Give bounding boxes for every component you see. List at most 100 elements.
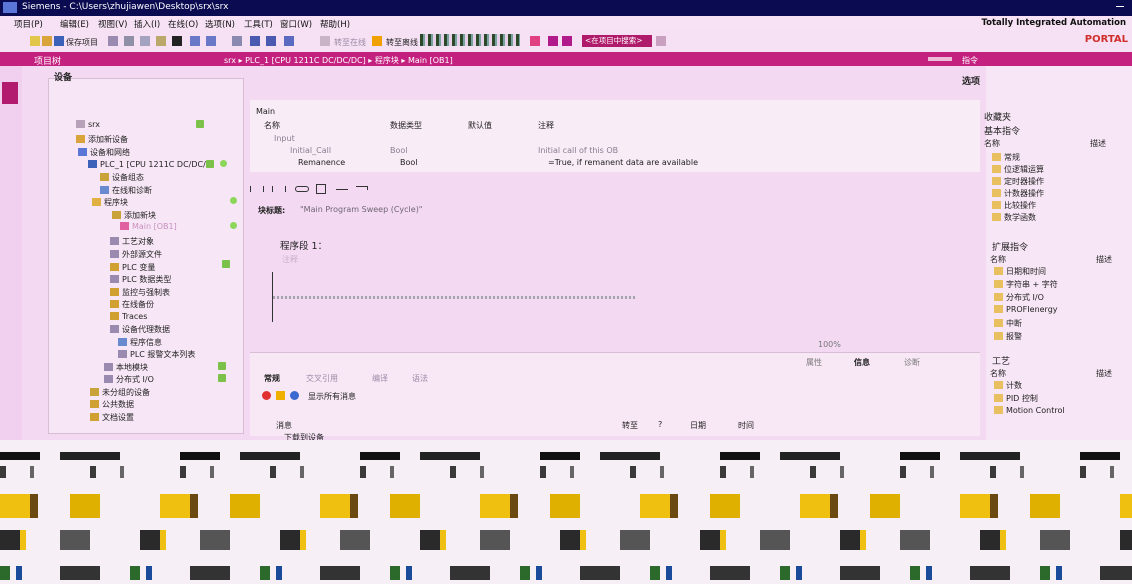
instruction-folder[interactable]: 报警 <box>994 331 1022 342</box>
tree-item[interactable]: Main [OB1] <box>120 222 177 231</box>
editor-breadcrumb[interactable]: srx ▸ PLC_1 [CPU 1211C DC/DC/DC] ▸ 程序块 ▸… <box>224 55 453 66</box>
copy-icon[interactable] <box>140 36 150 46</box>
print-icon[interactable] <box>108 36 118 46</box>
row-1-name[interactable]: Initial_Call <box>290 146 331 155</box>
tab-cross-ref[interactable]: 交叉引用 <box>306 373 338 384</box>
tree-item[interactable]: PLC 报警文本列表 <box>118 349 195 360</box>
delete-icon[interactable] <box>172 36 182 46</box>
tree-item[interactable]: 文档设置 <box>90 412 134 423</box>
split-h-icon[interactable] <box>548 36 558 46</box>
favorites-section[interactable]: 收藏夹 <box>984 110 1011 123</box>
row-2-name[interactable]: Remanence <box>298 158 345 167</box>
compile-icon[interactable] <box>232 36 242 46</box>
tree-item[interactable]: PLC 数据类型 <box>110 274 171 285</box>
tree-item[interactable]: 分布式 I/O <box>104 374 154 385</box>
save-icon[interactable] <box>54 36 64 46</box>
tree-item[interactable]: 添加新设备 <box>76 134 128 145</box>
window-controls-icon[interactable] <box>928 57 952 61</box>
info-filter-icon[interactable] <box>290 391 299 400</box>
inspector-tab-diagnostics[interactable]: 诊断 <box>904 357 920 368</box>
network-title[interactable]: 程序段 1： <box>280 238 327 252</box>
split-v-icon[interactable] <box>562 36 572 46</box>
instruction-folder[interactable]: 计数器操作 <box>992 188 1044 199</box>
tree-item[interactable]: 在线备份 <box>110 299 154 310</box>
redo-icon[interactable] <box>206 36 216 46</box>
stop-icon[interactable] <box>530 36 540 46</box>
tree-item[interactable]: 外部源文件 <box>110 249 162 260</box>
tree-item[interactable]: 设备代理数据 <box>110 324 170 335</box>
tree-item[interactable]: srx <box>76 120 100 129</box>
menu-project[interactable]: 项目(P) <box>14 18 43 30</box>
tree-item[interactable]: 设备和网络 <box>78 147 130 158</box>
menu-online[interactable]: 在线(O) <box>168 18 198 30</box>
offline-icon[interactable] <box>372 36 382 46</box>
tree-item[interactable]: 在线和诊断 <box>100 185 152 196</box>
contact-nc-icon[interactable] <box>272 186 286 192</box>
tree-item[interactable]: 工艺对象 <box>110 236 154 247</box>
tree-item[interactable]: 程序信息 <box>118 337 162 348</box>
instruction-folder[interactable]: 字符串 + 字符 <box>994 279 1058 290</box>
error-filter-icon[interactable] <box>262 391 271 400</box>
technology-section[interactable]: 工艺 <box>992 354 1010 367</box>
instruction-folder[interactable]: PID 控制 <box>994 393 1038 404</box>
undo-icon[interactable] <box>190 36 200 46</box>
zoom-level[interactable]: 100% <box>818 340 841 349</box>
menu-options[interactable]: 选项(N) <box>205 18 235 30</box>
online-icon[interactable] <box>320 36 330 46</box>
upload-icon[interactable] <box>266 36 276 46</box>
message-filter[interactable]: 显示所有消息 <box>308 391 356 402</box>
tree-item[interactable]: PLC_1 [CPU 1211C DC/DC/... <box>88 160 213 169</box>
block-title[interactable]: "Main Program Sweep (Cycle)" <box>300 205 423 214</box>
rung-line[interactable] <box>273 296 637 299</box>
save-button[interactable]: 保存项目 <box>66 37 98 48</box>
tree-item[interactable]: Traces <box>110 312 147 321</box>
simulate-icon[interactable] <box>284 36 294 46</box>
instruction-folder[interactable]: 数学函数 <box>992 212 1036 223</box>
instruction-folder[interactable]: 定时器操作 <box>992 176 1044 187</box>
menu-edit[interactable]: 编辑(E) <box>60 18 89 30</box>
network-comment[interactable]: 注释 <box>282 254 298 265</box>
search-input[interactable]: <在项目中搜索> <box>582 35 652 47</box>
new-project-icon[interactable] <box>30 36 40 46</box>
tree-item[interactable]: 添加新块 <box>112 210 156 221</box>
rail-tab-devices[interactable] <box>2 82 18 104</box>
inspector-tab-info[interactable]: 信息 <box>854 357 870 368</box>
tree-item[interactable]: 监控与强制表 <box>110 287 170 298</box>
instruction-folder[interactable]: Motion Control <box>994 406 1065 415</box>
paste-icon[interactable] <box>156 36 166 46</box>
box-icon[interactable] <box>316 184 326 194</box>
contact-no-icon[interactable] <box>250 186 264 192</box>
menu-window[interactable]: 窗口(W) <box>280 18 312 30</box>
menu-insert[interactable]: 插入(I) <box>134 18 160 30</box>
basic-instructions-section[interactable]: 基本指令 <box>984 124 1020 137</box>
warning-filter-icon[interactable] <box>276 391 285 400</box>
tree-item[interactable]: 本地模块 <box>104 362 148 373</box>
tab-general[interactable]: 常规 <box>264 373 280 384</box>
menu-help[interactable]: 帮助(H) <box>320 18 350 30</box>
search-icon[interactable] <box>656 36 666 46</box>
minimize-icon[interactable] <box>1116 6 1124 7</box>
tree-item[interactable]: 程序块 <box>92 197 128 208</box>
download-icon[interactable] <box>250 36 260 46</box>
tab-compile[interactable]: 编译 <box>372 373 388 384</box>
instruction-folder[interactable]: PROFIenergy <box>994 305 1058 314</box>
tree-item[interactable]: 公共数据 <box>90 399 134 410</box>
tab-syntax[interactable]: 语法 <box>412 373 428 384</box>
go-offline-button[interactable]: 转至离线 <box>386 37 418 48</box>
menu-tools[interactable]: 工具(T) <box>244 18 273 30</box>
instruction-folder[interactable]: 计数 <box>994 380 1022 391</box>
instruction-folder[interactable]: 比较操作 <box>992 200 1036 211</box>
tree-item[interactable]: PLC 变量 <box>110 262 155 273</box>
instruction-folder[interactable]: 日期和时间 <box>994 266 1046 277</box>
coil-icon[interactable] <box>295 186 309 192</box>
section-input[interactable]: Input <box>274 134 295 143</box>
tree-item[interactable]: 设备组态 <box>100 172 144 183</box>
inspector-tab-properties[interactable]: 属性 <box>806 357 822 368</box>
tree-item[interactable]: 未分组的设备 <box>90 387 150 398</box>
go-online-button[interactable]: 转至在线 <box>334 37 366 48</box>
menu-view[interactable]: 视图(V) <box>98 18 127 30</box>
instruction-folder[interactable]: 位逻辑运算 <box>992 164 1044 175</box>
branch-close-icon[interactable] <box>356 186 368 190</box>
branch-open-icon[interactable] <box>336 189 348 190</box>
instruction-folder[interactable]: 分布式 I/O <box>994 292 1044 303</box>
